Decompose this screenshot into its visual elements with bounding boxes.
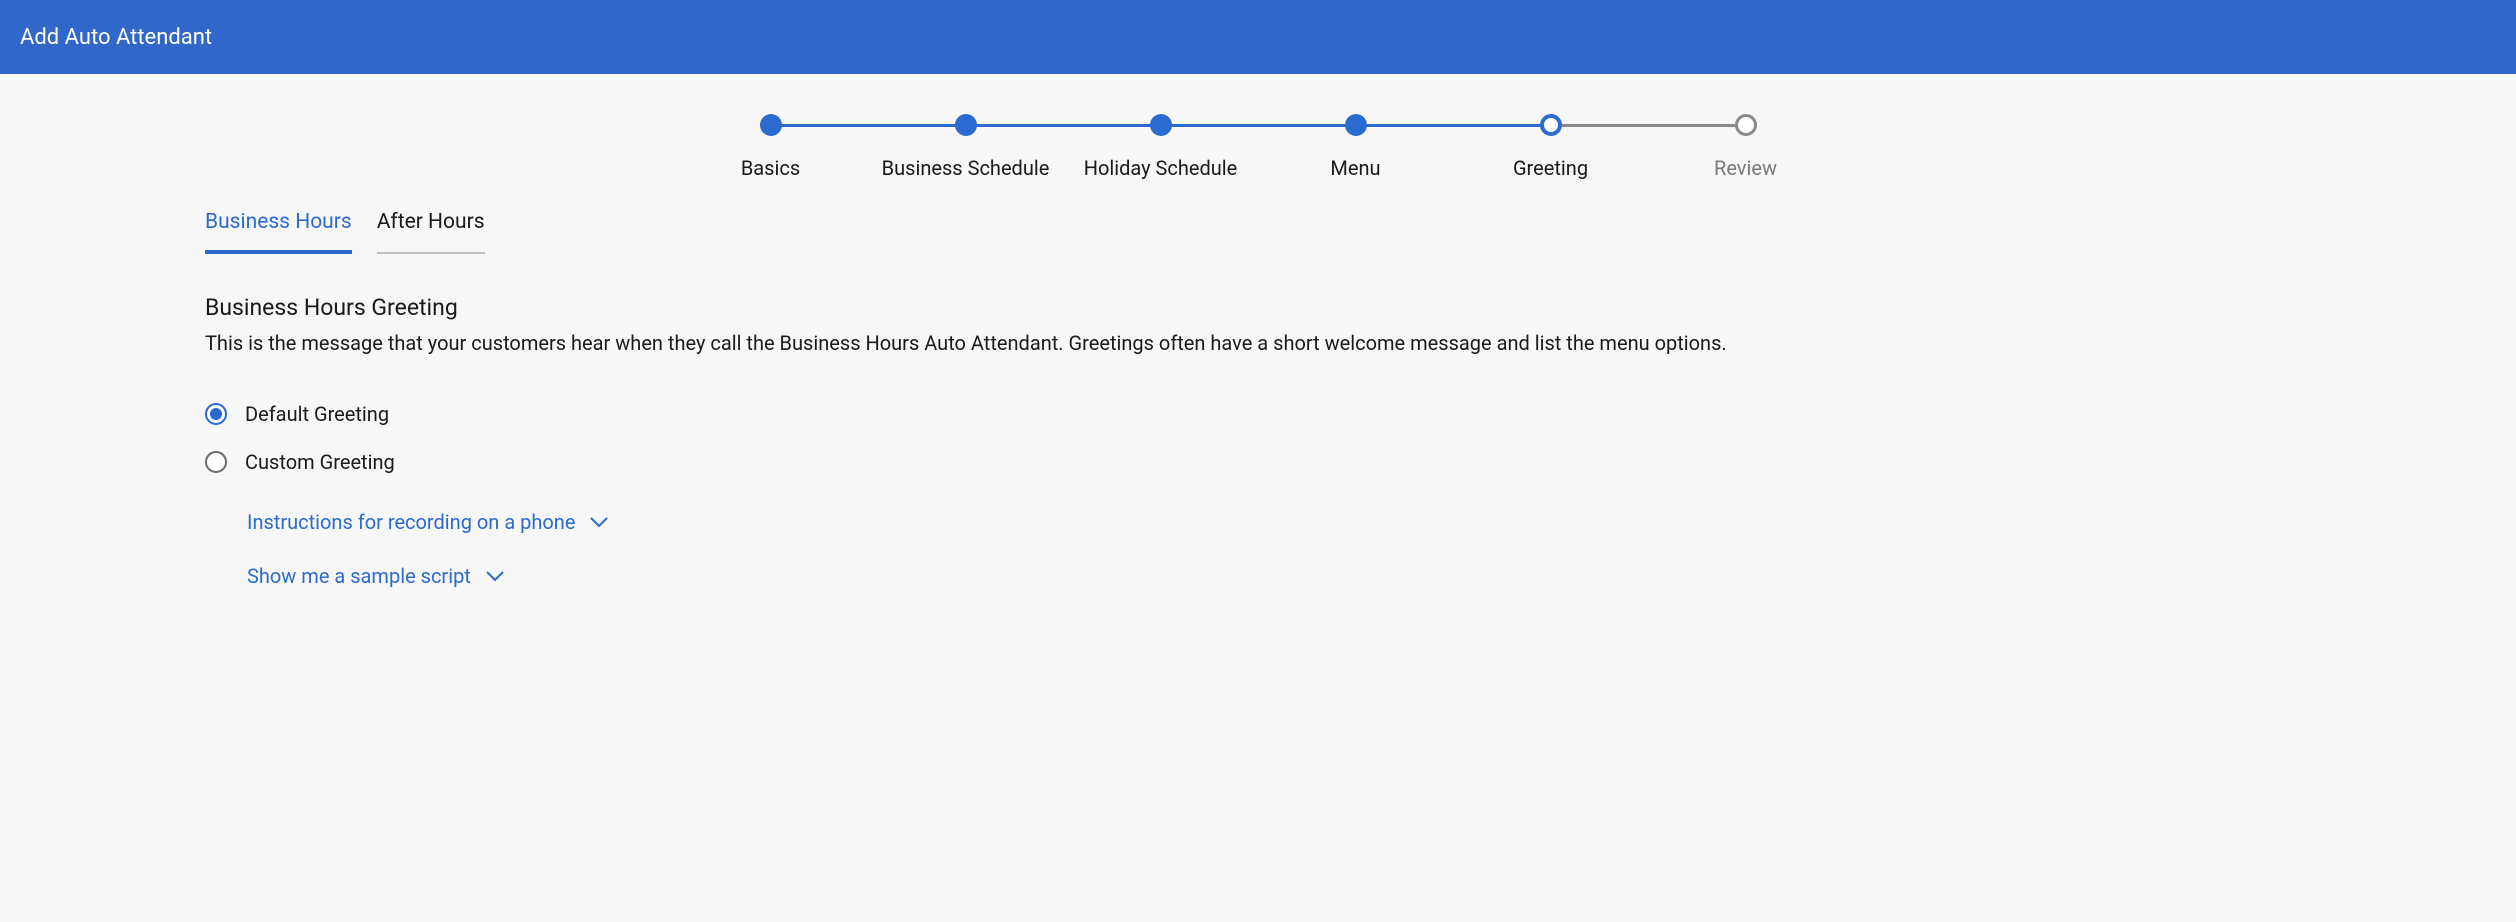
step-connector bbox=[1161, 124, 1356, 127]
step-label: Review bbox=[1714, 156, 1777, 180]
tab-label: Business Hours bbox=[205, 210, 352, 234]
radio-option-custom[interactable]: Custom Greeting bbox=[205, 450, 2311, 474]
section-description: This is the message that your customers … bbox=[205, 329, 2311, 357]
step-dot-icon bbox=[1150, 114, 1172, 136]
step-label: Holiday Schedule bbox=[1084, 156, 1238, 180]
expandable-links: Instructions for recording on a phone Sh… bbox=[247, 510, 2311, 588]
step-connector bbox=[1551, 124, 1746, 127]
radio-label: Default Greeting bbox=[245, 402, 389, 426]
link-label: Instructions for recording on a phone bbox=[247, 510, 575, 534]
step-label: Greeting bbox=[1513, 156, 1588, 180]
radio-label: Custom Greeting bbox=[245, 450, 395, 474]
step-basics[interactable]: Basics bbox=[673, 114, 868, 180]
step-label: Basics bbox=[741, 156, 800, 180]
step-connector bbox=[1356, 124, 1551, 127]
step-dot-icon bbox=[1735, 114, 1757, 136]
page-title: Add Auto Attendant bbox=[20, 25, 212, 50]
tab-after-hours[interactable]: After Hours bbox=[377, 210, 485, 254]
greeting-tabs: Business Hours After Hours bbox=[205, 210, 2311, 254]
radio-icon bbox=[205, 403, 227, 425]
step-label: Business Schedule bbox=[882, 156, 1050, 180]
step-dot-icon bbox=[1345, 114, 1367, 136]
main-content: Business Hours After Hours Business Hour… bbox=[0, 210, 2516, 628]
step-dot-icon bbox=[760, 114, 782, 136]
chevron-down-icon bbox=[485, 570, 505, 582]
tab-business-hours[interactable]: Business Hours bbox=[205, 210, 352, 254]
radio-icon bbox=[205, 451, 227, 473]
wizard-stepper: Basics Business Schedule Holiday Schedul… bbox=[0, 74, 2516, 210]
step-dot-icon bbox=[1540, 114, 1562, 136]
link-label: Show me a sample script bbox=[247, 564, 471, 588]
tab-label: After Hours bbox=[377, 210, 485, 234]
radio-option-default[interactable]: Default Greeting bbox=[205, 402, 2311, 426]
step-connector bbox=[966, 124, 1161, 127]
greeting-radio-group: Default Greeting Custom Greeting bbox=[205, 402, 2311, 474]
page-header: Add Auto Attendant bbox=[0, 0, 2516, 74]
step-connector bbox=[771, 124, 966, 127]
chevron-down-icon bbox=[589, 516, 609, 528]
link-sample-script[interactable]: Show me a sample script bbox=[247, 564, 2311, 588]
section-title: Business Hours Greeting bbox=[205, 294, 2311, 321]
step-label: Menu bbox=[1330, 156, 1380, 180]
link-recording-instructions[interactable]: Instructions for recording on a phone bbox=[247, 510, 2311, 534]
step-dot-icon bbox=[955, 114, 977, 136]
